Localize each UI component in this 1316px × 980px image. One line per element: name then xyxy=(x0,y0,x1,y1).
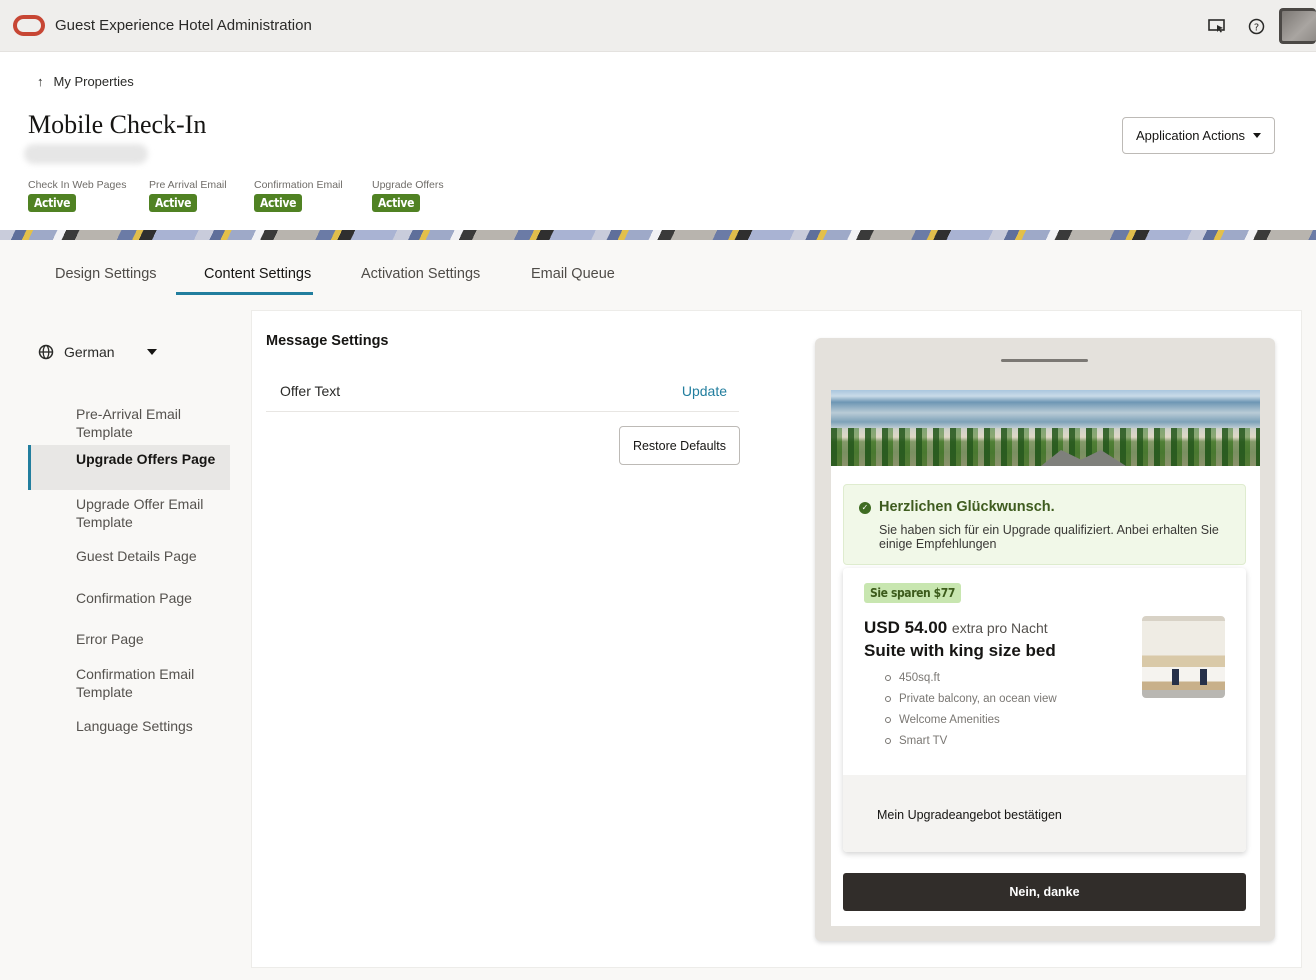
alert-body: Sie haben sich für ein Upgrade qualifizi… xyxy=(879,523,1219,551)
top-bar: Guest Experience Hotel Administration ? xyxy=(0,0,1316,52)
amenity-item: Smart TV xyxy=(885,730,1057,751)
bed-stripe xyxy=(1200,669,1207,685)
amenity-item: Welcome Amenities xyxy=(885,709,1057,730)
caret-down-icon xyxy=(1253,133,1262,138)
sidebar-item-confirmation-page[interactable]: Confirmation Page xyxy=(28,590,230,608)
app-title: Guest Experience Hotel Administration xyxy=(55,17,312,34)
status-badge: Active xyxy=(28,194,77,212)
arrow-up-icon: ↑ xyxy=(37,74,44,89)
back-link-label: My Properties xyxy=(53,74,134,89)
status-label: Pre Arrival Email xyxy=(149,179,227,191)
status-label: Confirmation Email xyxy=(254,179,343,191)
svg-text:?: ? xyxy=(1253,22,1258,33)
decorative-pattern-band xyxy=(0,230,1316,240)
tab-design-settings[interactable]: Design Settings xyxy=(55,266,157,282)
congratulations-alert: ✓ Herzlichen Glückwunsch. Sie haben sich… xyxy=(843,484,1246,565)
bullet-icon xyxy=(885,695,891,702)
price-amount: USD 54.00 xyxy=(864,618,948,637)
amenity-item: 450sq.ft xyxy=(885,667,1057,688)
status-badge: Active xyxy=(254,194,303,212)
upgrade-offer-card: Sie sparen $77 USD 54.00 extra pro Nacht… xyxy=(843,568,1246,852)
status-confirmation-email: Confirmation Email Active xyxy=(254,179,343,212)
mobile-preview: ✓ Herzlichen Glückwunsch. Sie haben sich… xyxy=(815,338,1275,941)
bullet-icon xyxy=(885,716,891,723)
message-settings-title: Message Settings xyxy=(266,333,389,349)
status-label: Check In Web Pages xyxy=(28,179,127,191)
bed-stripe xyxy=(1172,669,1179,685)
page-header: ↑ My Properties Mobile Check-In Check In… xyxy=(0,52,1316,230)
page-title: Mobile Check-In xyxy=(28,110,207,139)
sidebar-item-upgrade-offer-email-template[interactable]: Upgrade Offer Email Template xyxy=(28,496,230,531)
phone-speaker-bar xyxy=(1001,359,1088,362)
update-offer-text-link[interactable]: Update xyxy=(682,383,727,399)
preview-screen: ✓ Herzlichen Glückwunsch. Sie haben sich… xyxy=(831,390,1260,926)
offer-text-label: Offer Text xyxy=(280,383,341,399)
language-value: German xyxy=(64,344,115,360)
status-label: Upgrade Offers xyxy=(372,179,444,191)
status-badge: Active xyxy=(372,194,421,212)
sidebar-item-upgrade-offers-page[interactable]: Upgrade Offers Page xyxy=(28,445,230,490)
amenity-text: Private balcony, an ocean view xyxy=(899,692,1057,705)
language-selector[interactable]: German xyxy=(38,344,157,360)
amenities-list: 450sq.ft Private balcony, an ocean view … xyxy=(885,667,1057,751)
savings-badge: Sie sparen $77 xyxy=(864,583,962,603)
room-image xyxy=(1142,616,1225,698)
tab-activation-settings[interactable]: Activation Settings xyxy=(361,266,480,282)
offer-card-footer: Mein Upgradeangebot bestätigen xyxy=(843,775,1246,852)
price-suffix: extra pro Nacht xyxy=(951,620,1048,636)
caret-down-icon xyxy=(146,349,157,355)
sidebar-item-pre-arrival-email-template[interactable]: Pre-Arrival Email Template xyxy=(28,406,230,441)
sidebar-item-confirmation-email-template[interactable]: Confirmation Email Template xyxy=(28,666,230,701)
offer-text-row: Offer Text Update xyxy=(266,369,739,412)
bullet-icon xyxy=(885,737,891,744)
tab-content-settings[interactable]: Content Settings xyxy=(204,266,311,282)
redacted-property-name xyxy=(24,144,148,164)
room-name: Suite with king size bed xyxy=(864,641,1056,660)
cast-screen-icon[interactable] xyxy=(1207,16,1227,36)
sidebar-item-language-settings[interactable]: Language Settings xyxy=(28,718,230,736)
offer-price: USD 54.00 extra pro Nacht xyxy=(864,618,1048,638)
status-check-in-web-pages: Check In Web Pages Active xyxy=(28,179,126,212)
sidebar-item-guest-details-page[interactable]: Guest Details Page xyxy=(28,548,230,566)
decline-offer-button[interactable]: Nein, danke xyxy=(843,873,1246,911)
application-actions-label: Application Actions xyxy=(1135,128,1246,143)
settings-tabs: Design Settings Content Settings Activat… xyxy=(0,240,1316,300)
active-tab-indicator xyxy=(176,292,313,295)
beach-hero-image xyxy=(831,390,1260,466)
application-actions-button[interactable]: Application Actions xyxy=(1122,117,1275,154)
status-badge: Active xyxy=(149,194,198,212)
status-pre-arrival-email: Pre Arrival Email Active xyxy=(149,179,227,212)
help-icon[interactable]: ? xyxy=(1246,16,1266,36)
alert-title: Herzlichen Glückwunsch. xyxy=(879,499,1055,515)
tab-email-queue[interactable]: Email Queue xyxy=(531,266,615,282)
check-circle-icon: ✓ xyxy=(859,502,871,514)
amenity-text: Welcome Amenities xyxy=(899,713,1000,726)
oracle-logo-icon xyxy=(13,15,45,36)
globe-icon xyxy=(38,344,54,360)
restore-defaults-button[interactable]: Restore Defaults xyxy=(619,426,740,465)
status-upgrade-offers: Upgrade Offers Active xyxy=(372,179,444,212)
back-to-properties-link[interactable]: ↑ My Properties xyxy=(37,74,134,89)
user-avatar[interactable] xyxy=(1279,8,1316,44)
confirm-upgrade-button[interactable]: Mein Upgradeangebot bestätigen xyxy=(877,808,1062,822)
amenity-text: 450sq.ft xyxy=(899,671,940,684)
sidebar-item-error-page[interactable]: Error Page xyxy=(28,631,230,649)
amenity-text: Smart TV xyxy=(899,734,948,747)
palm-trees xyxy=(831,428,1260,466)
bullet-icon xyxy=(885,674,891,681)
amenity-item: Private balcony, an ocean view xyxy=(885,688,1057,709)
